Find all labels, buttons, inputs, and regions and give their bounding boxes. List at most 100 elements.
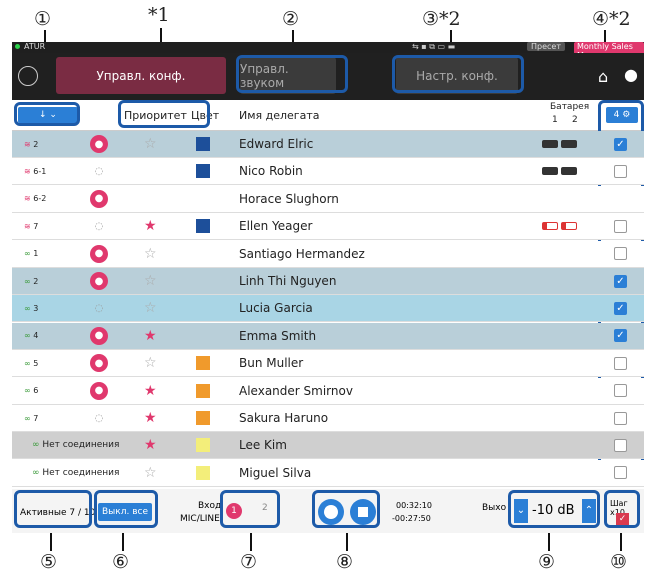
color-swatch[interactable] [196, 383, 210, 398]
priority-star-icon[interactable]: ★ [144, 328, 157, 344]
table-row[interactable]: ≋ 2 ● ☆ Edward Elric ✓ [12, 131, 644, 158]
priority-star-icon[interactable]: ★ [144, 437, 157, 453]
delegate-name: Nico Robin [239, 164, 303, 179]
mic-off-icon[interactable]: ◌ [90, 217, 108, 235]
priority-star-icon[interactable]: ☆ [144, 465, 157, 481]
priority-star-icon[interactable]: ☆ [144, 273, 157, 289]
battery-2-icon [561, 140, 577, 148]
table-row[interactable]: ∞ 2 ● ☆ Linh Thi Nguyen ✓ [12, 268, 644, 295]
delegate-name: Edward Elric [239, 137, 314, 151]
select-checkbox[interactable]: ✓ [614, 137, 627, 151]
table-row[interactable]: ≋ 6-2 ● Horace Slughorn [12, 185, 644, 213]
preset-label: Пресет [527, 42, 565, 51]
disconnect-label: Нет соединения [42, 467, 120, 478]
mic-on-icon[interactable]: ● [90, 244, 108, 263]
delegate-name: Sakura Haruno [239, 411, 329, 425]
mic-on-icon[interactable]: ● [90, 135, 108, 153]
seat-id: 2 [33, 276, 39, 286]
callout-2: ② [282, 8, 300, 30]
delegate-name: Lucia Garcia [239, 301, 313, 316]
delegate-name: Alexander Smirnov [239, 383, 353, 398]
priority-star-icon[interactable]: ★ [144, 410, 157, 426]
tab-conference-label: Управл. конф. [96, 68, 186, 83]
select-checkbox[interactable] [614, 411, 627, 425]
table-row[interactable]: ∞ Нет соединения ★ Lee Kim [12, 432, 644, 460]
delegate-name: Lee Kim [239, 438, 287, 453]
highlight-mute-all [94, 490, 158, 528]
priority-star-icon[interactable]: ☆ [144, 300, 157, 316]
table-row[interactable]: ≋ 7 ◌ ★ Ellen Yeager [12, 213, 644, 241]
select-checkbox[interactable] [614, 164, 627, 178]
source-icon: ∞ [24, 358, 31, 368]
user-icon[interactable]: ● [624, 65, 638, 84]
callout-7: ⑦ [240, 551, 258, 573]
status-label: ATUR [24, 42, 46, 51]
select-checkbox[interactable]: ✓ [614, 301, 627, 315]
table-row[interactable]: ∞ 7 ◌ ★ Sakura Haruno [12, 405, 644, 432]
select-checkbox[interactable] [614, 466, 627, 480]
seat-id: 2 [33, 139, 39, 149]
delegate-table: ≋ 2 ● ☆ Edward Elric ✓ ≋ 6-1 ◌ Nico Robin ≋ 6-2 ●… [12, 131, 644, 487]
select-checkbox[interactable] [614, 247, 627, 261]
col-delegate[interactable]: Имя делегата [239, 109, 319, 122]
highlight-sound-tab [236, 55, 348, 93]
home-icon[interactable]: ⌂ [598, 67, 608, 86]
priority-star-icon[interactable]: ★ [144, 218, 157, 234]
color-swatch[interactable] [196, 438, 210, 453]
color-swatch[interactable] [196, 164, 210, 179]
seat-id: 7 [33, 413, 39, 423]
highlight-level [508, 490, 600, 528]
priority-star-icon[interactable]: ☆ [144, 136, 157, 152]
mic-on-icon[interactable]: ● [90, 189, 108, 208]
table-row[interactable]: ∞ 6 ● ★ Alexander Smirnov [12, 377, 644, 405]
select-checkbox[interactable] [614, 384, 627, 398]
table-row[interactable]: ∞ 3 ◌ ☆ Lucia Garcia ✓ [12, 295, 644, 323]
priority-star-icon[interactable]: ☆ [144, 355, 157, 371]
mic-off-icon[interactable]: ◌ [90, 162, 108, 180]
table-row[interactable]: ∞ 1 ● ☆ Santiago Hermandez [12, 240, 644, 268]
mic-on-icon[interactable]: ● [90, 272, 108, 290]
mic-off-icon[interactable]: ◌ [90, 409, 108, 427]
status-bar: ATUR ⇆ ▪ ⧉ ▭ ▬ Пресет Monthly Sales Me [12, 42, 644, 60]
time-elapsed: 00:32:10 [396, 501, 432, 510]
color-swatch[interactable] [196, 411, 210, 425]
callout-9: ⑨ [538, 551, 556, 573]
delegate-name: Bun Muller [239, 356, 304, 371]
select-checkbox[interactable] [614, 356, 627, 370]
mic-on-icon[interactable]: ● [90, 326, 108, 345]
source-icon: ≋ [24, 194, 31, 204]
mic-off-icon[interactable]: ◌ [90, 299, 108, 317]
seat-id: 5 [33, 358, 39, 368]
callout-1: ① [34, 8, 52, 30]
seat-id: 3 [33, 303, 39, 313]
table-row[interactable]: ∞ Нет соединения ☆ Miguel Silva [12, 459, 644, 487]
table-row[interactable]: ≋ 6-1 ◌ Nico Robin [12, 158, 644, 186]
battery-1-icon [542, 140, 558, 148]
select-checkbox[interactable]: ✓ [614, 274, 627, 288]
source-icon: ≋ [24, 221, 31, 231]
table-header: ↓ ⌄ Приоритет Цвет Имя делегата Батарея … [12, 100, 644, 131]
callout-4: ④*2 [592, 8, 631, 30]
select-checkbox[interactable] [614, 219, 627, 233]
color-swatch[interactable] [196, 219, 210, 234]
select-checkbox[interactable]: ✓ [614, 329, 627, 343]
select-checkbox[interactable] [614, 438, 627, 452]
source-icon: ∞ [24, 303, 31, 313]
mic-on-icon[interactable]: ● [90, 381, 108, 400]
disconnect-label: Нет соединения [42, 440, 120, 451]
callout-5: ⑤ [40, 551, 58, 573]
color-swatch[interactable] [196, 137, 210, 151]
tab-conference[interactable]: Управл. конф. [56, 57, 226, 94]
highlight-sort [14, 102, 80, 126]
color-swatch[interactable] [196, 465, 210, 480]
mic-on-icon[interactable]: ● [90, 354, 108, 373]
priority-star-icon[interactable]: ☆ [144, 246, 157, 262]
table-row[interactable]: ∞ 4 ● ★ Emma Smith ✓ [12, 322, 644, 350]
color-swatch[interactable] [196, 356, 210, 371]
callout-3: ③*2 [422, 8, 461, 30]
source-icon: ≋ [24, 166, 31, 176]
table-row[interactable]: ∞ 5 ● ☆ Bun Muller [12, 350, 644, 378]
highlight-priority-color [118, 100, 210, 128]
priority-star-icon[interactable]: ★ [144, 383, 157, 399]
col-battery: Батарея [550, 102, 590, 112]
